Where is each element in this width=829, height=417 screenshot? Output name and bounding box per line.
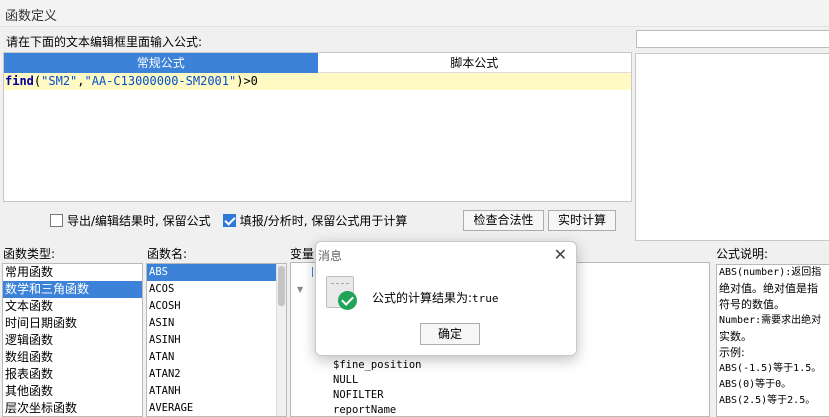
variable-item[interactable]: reportName <box>333 404 396 416</box>
options-row: 导出/编辑结果时, 保留公式 填报/分析时, 保留公式用于计算 <box>50 212 419 229</box>
formula-tabs: 常规公式 脚本公式 <box>4 53 631 73</box>
description-line: 示例: <box>719 346 745 359</box>
func-name-item[interactable]: AVERAGE <box>147 400 286 416</box>
func-name-item[interactable]: ATAN <box>147 349 286 366</box>
dialog-message-text: 公式的计算结果为: <box>372 291 473 305</box>
dialog-result-value: true <box>472 292 499 305</box>
func-type-item[interactable]: 数组函数 <box>3 349 142 366</box>
func-name-list[interactable]: ABS ACOS ACOSH ASIN ASINH ATAN ATAN2 ATA… <box>146 263 287 417</box>
variables-header: 变量 <box>290 247 315 261</box>
dialog-title: 消息 <box>318 249 343 263</box>
tab-regular-formula[interactable]: 常规公式 <box>4 53 318 73</box>
keep-on-export-checkbox[interactable] <box>50 214 63 227</box>
func-name-item[interactable]: ASIN <box>147 315 286 332</box>
description-line: ABS(0)等于0。 <box>719 379 792 390</box>
title-bar: 函数定义 <box>0 0 829 27</box>
function-definition-window: 函数定义 请在下面的文本编辑框里面输入公式: 常规公式 脚本公式 find("S… <box>0 0 829 417</box>
func-type-item[interactable]: 时间日期函数 <box>3 315 142 332</box>
description-line: 绝对值。绝对值是指 <box>719 282 818 295</box>
keep-on-fill-checkbox[interactable] <box>222 214 236 227</box>
description-line: Number:需要求出绝对 <box>719 315 822 326</box>
description-line: 实数。 <box>719 330 752 343</box>
func-name-item[interactable]: ACOSH <box>147 298 286 315</box>
formula-description: ABS(number):返回指 绝对值。绝对值是指 符号的数值。 Number:… <box>716 264 829 417</box>
keep-on-fill-option[interactable]: 填报/分析时, 保留公式用于计算 <box>222 212 408 229</box>
variable-item[interactable]: NOFILTER <box>333 389 384 401</box>
description-line: 符号的数值。 <box>719 298 785 311</box>
search-input[interactable] <box>636 30 829 48</box>
formula-arg-1: "SM2" <box>41 74 78 88</box>
tree-cursor <box>312 267 313 277</box>
func-name-scrollbar[interactable] <box>276 264 286 416</box>
variable-item[interactable]: NULL <box>333 374 358 386</box>
check-validity-button[interactable]: 检查合法性 <box>463 210 544 231</box>
editor-prompt: 请在下面的文本编辑框里面输入公式: <box>6 35 203 49</box>
keep-on-fill-label: 填报/分析时, 保留公式用于计算 <box>239 214 408 228</box>
description-line: ABS(number):返回指 <box>719 267 822 278</box>
func-type-item[interactable]: 报表函数 <box>3 366 142 383</box>
realtime-calc-button[interactable]: 实时计算 <box>548 210 616 231</box>
keep-on-export-label: 导出/编辑结果时, 保留公式 <box>67 214 211 228</box>
variable-item[interactable]: $fine_position <box>333 359 422 371</box>
func-type-item[interactable]: 层次坐标函数 <box>3 400 142 416</box>
func-type-item[interactable]: 常用函数 <box>3 264 142 281</box>
func-name-header: 函数名: <box>147 247 188 261</box>
scroll-thumb[interactable] <box>278 266 285 306</box>
func-name-item[interactable]: ATAN2 <box>147 366 286 383</box>
formula-editor[interactable]: 常规公式 脚本公式 find("SM2","AA-C13000000-SM200… <box>3 52 632 202</box>
func-type-list[interactable]: 常用函数 数学和三角函数 文本函数 时间日期函数 逻辑函数 数组函数 报表函数 … <box>2 263 143 417</box>
func-name-item-selected[interactable]: ABS <box>147 264 286 281</box>
formula-text[interactable]: find("SM2","AA-C13000000-SM2001")>0 <box>4 73 631 90</box>
func-type-item-selected[interactable]: 数学和三角函数 <box>3 281 142 298</box>
check-icon <box>338 291 357 310</box>
formula-preview-panel <box>635 53 829 241</box>
window-title: 函数定义 <box>5 9 58 24</box>
formula-arg-2: "AA-C13000000-SM2001" <box>84 74 237 88</box>
dialog-message: 公式的计算结果为:true <box>372 289 499 306</box>
message-dialog: 消息 ✕ 公式的计算结果为:true 确定 <box>315 241 577 356</box>
func-name-item[interactable]: ASINH <box>147 332 286 349</box>
func-type-item[interactable]: 其他函数 <box>3 383 142 400</box>
description-line: ABS(2.5)等于2.5。 <box>719 395 816 406</box>
func-name-item[interactable]: ATANH <box>147 383 286 400</box>
expand-arrow-icon[interactable]: ▼ <box>297 285 303 294</box>
keep-on-export-option[interactable]: 导出/编辑结果时, 保留公式 <box>50 212 211 229</box>
func-type-header: 函数类型: <box>3 247 56 261</box>
tab-script-formula[interactable]: 脚本公式 <box>317 53 631 73</box>
func-name-item[interactable]: ACOS <box>147 281 286 298</box>
func-type-item[interactable]: 逻辑函数 <box>3 332 142 349</box>
close-icon[interactable]: ✕ <box>554 245 567 264</box>
func-type-item[interactable]: 文本函数 <box>3 298 142 315</box>
formula-function: find <box>5 74 34 88</box>
description-header: 公式说明: <box>716 247 769 261</box>
formula-comma: , <box>77 74 85 88</box>
formula-tail: )>0 <box>236 74 258 88</box>
ok-button[interactable]: 确定 <box>420 323 480 345</box>
description-line: ABS(-1.5)等于1.5。 <box>719 363 822 374</box>
success-icon <box>326 276 358 310</box>
